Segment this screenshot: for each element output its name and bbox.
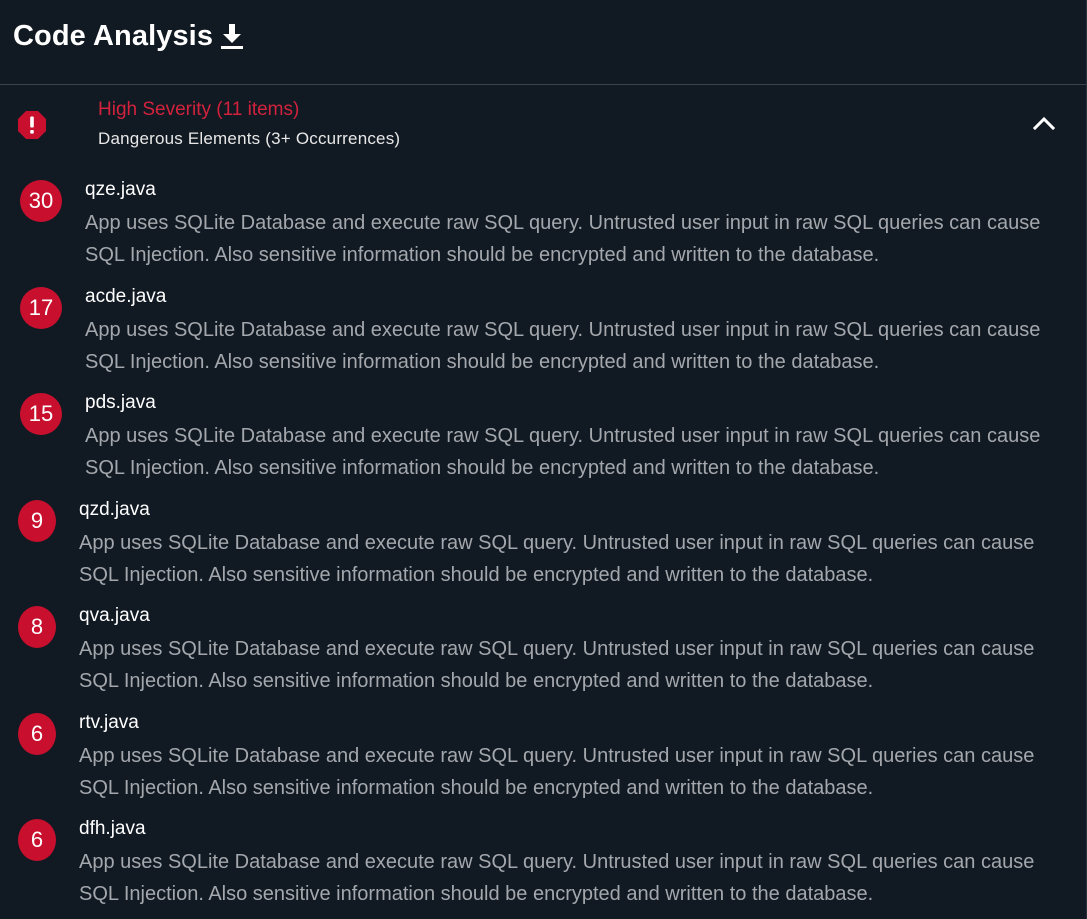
finding-description: App uses SQLite Database and execute raw… (79, 851, 1035, 905)
file-name: qva.java (79, 605, 150, 626)
code-analysis-panel: Code Analysis High Severity (11 items) D… (0, 0, 1087, 919)
file-name: pds.java (85, 392, 156, 413)
page-title: Code Analysis (13, 20, 214, 52)
finding-description: App uses SQLite Database and execute raw… (85, 425, 1041, 479)
download-icon[interactable] (219, 23, 245, 51)
finding-description: App uses SQLite Database and execute raw… (85, 212, 1041, 266)
list-item[interactable]: 15 pds.java App uses SQLite Database and… (0, 373, 1086, 479)
list-item[interactable]: 6 dfh.java App uses SQLite Database and … (0, 799, 1086, 905)
file-name: rtv.java (79, 712, 139, 733)
finding-description: App uses SQLite Database and execute raw… (79, 745, 1035, 799)
severity-subtitle: Dangerous Elements (3+ Occurrences) (98, 129, 401, 148)
file-name: acde.java (85, 286, 167, 307)
list-item[interactable]: 17 acde.java App uses SQLite Database an… (0, 267, 1086, 373)
list-item[interactable]: 8 qva.java App uses SQLite Database and … (0, 586, 1086, 692)
count-badge: 30 (20, 180, 62, 222)
severity-title: High Severity (11 items) (98, 99, 300, 120)
finding-description: App uses SQLite Database and execute raw… (79, 638, 1035, 692)
finding-description: App uses SQLite Database and execute raw… (85, 319, 1041, 373)
chevron-up-icon[interactable] (1031, 113, 1057, 133)
alert-octagon-icon (18, 111, 46, 139)
file-name: qze.java (85, 179, 156, 200)
count-badge: 15 (20, 393, 62, 435)
panel-header: Code Analysis (0, 0, 1086, 85)
list-item[interactable]: 30 qze.java App uses SQLite Database and… (0, 160, 1086, 266)
severity-section-header[interactable]: High Severity (11 items) Dangerous Eleme… (0, 86, 1086, 160)
count-badge: 9 (18, 500, 56, 542)
count-badge: 6 (18, 819, 56, 861)
list-item[interactable]: 9 qzd.java App uses SQLite Database and … (0, 480, 1086, 586)
count-badge: 17 (20, 287, 62, 329)
file-name: qzd.java (79, 499, 150, 520)
file-name: dfh.java (79, 818, 146, 839)
count-badge: 8 (18, 606, 56, 648)
finding-description: App uses SQLite Database and execute raw… (79, 532, 1035, 586)
list-item[interactable]: 6 rtv.java App uses SQLite Database and … (0, 693, 1086, 799)
count-badge: 6 (18, 713, 56, 755)
